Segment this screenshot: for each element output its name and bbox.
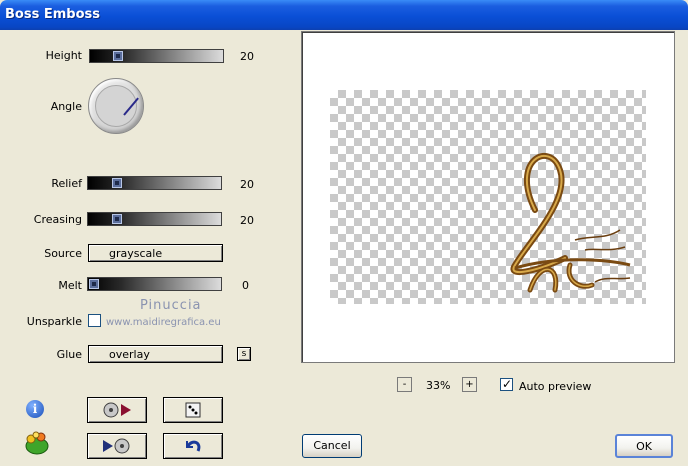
angle-dial-face [95,85,139,127]
creasing-slider[interactable] [87,212,222,226]
relief-label: Relief [51,177,82,190]
preview-panel[interactable] [301,31,675,363]
undo-arrow-icon [186,440,201,452]
relief-slider-thumb[interactable] [112,178,122,188]
preview-artwork [510,152,631,293]
auto-preview-label: Auto preview [519,380,592,393]
info-icon[interactable]: i [26,400,44,418]
melt-value: 0 [242,279,249,292]
glue-select[interactable]: overlay [88,345,223,363]
save-preset-button[interactable] [87,397,147,423]
title-bar: Boss Emboss [0,0,688,30]
source-select[interactable]: grayscale [88,244,223,262]
frog-icon [24,431,50,455]
height-slider[interactable] [89,49,224,63]
melt-label: Melt [58,279,82,292]
check-icon: ✓ [502,377,513,391]
zoom-out-button[interactable]: - [397,377,412,392]
watermark-name: Pinuccia [140,298,202,313]
zoom-in-button[interactable]: + [462,377,477,392]
dialog-body: Height 20 Angle Relief 20 Creasing 20 So… [0,30,688,466]
creasing-slider-thumb[interactable] [112,214,122,224]
height-value: 20 [240,50,254,63]
glue-label: Glue [56,348,82,361]
dice-icon [185,402,201,418]
load-preset-button[interactable] [87,433,147,459]
reset-button[interactable] [163,433,223,459]
window-title: Boss Emboss [5,7,100,22]
relief-value: 20 [240,178,254,191]
watermark-url: www.maidiregrafica.eu [106,317,221,328]
angle-label: Angle [50,100,82,113]
unsparkle-checkbox[interactable] [88,314,101,327]
height-label: Height [45,49,82,62]
angle-dial[interactable] [88,78,144,134]
unsparkle-label: Unsparkle [26,315,82,328]
disk-forward-icon [103,402,131,418]
angle-needle [123,97,139,116]
preview-canvas [330,90,646,304]
creasing-label: Creasing [33,213,82,226]
glue-side-button[interactable]: s [237,347,251,361]
creasing-value: 20 [240,214,254,227]
zoom-level: 33% [426,379,451,392]
play-disk-icon [103,438,130,454]
relief-slider[interactable] [87,176,222,190]
source-label: Source [44,247,82,260]
cancel-button[interactable]: Cancel [302,434,362,458]
melt-slider-thumb[interactable] [89,279,99,289]
random-button[interactable] [163,397,223,423]
auto-preview-checkbox[interactable]: ✓ [500,377,513,391]
ok-button[interactable]: OK [615,434,673,458]
height-slider-thumb[interactable] [113,51,123,61]
melt-slider[interactable] [87,277,222,291]
